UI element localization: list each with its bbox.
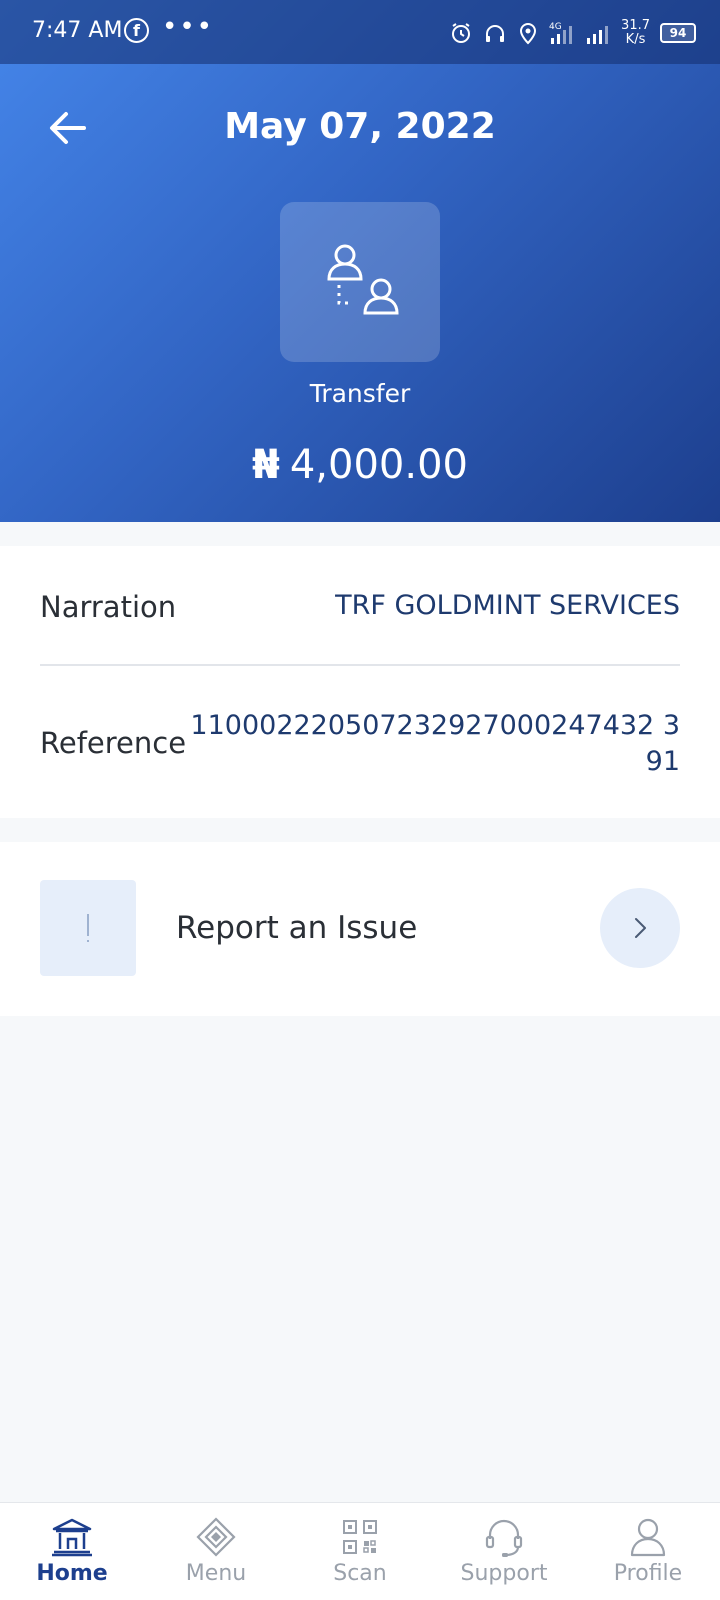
- transfer-icon-tile: [280, 202, 440, 362]
- reference-value-line-2: 91: [645, 746, 680, 777]
- transaction-date: May 07, 2022: [224, 106, 496, 147]
- more-notifications-icon: •••: [162, 12, 215, 42]
- chevron-right-icon: [635, 918, 646, 938]
- currency-symbol: ₦: [252, 442, 280, 488]
- alarm-icon: [452, 23, 471, 43]
- nav-home[interactable]: Home: [0, 1503, 144, 1600]
- network-type-text: 4G: [549, 22, 562, 32]
- signal-4g-icon: 4G: [549, 22, 573, 44]
- reference-label: Reference: [40, 726, 187, 760]
- location-icon: [520, 23, 537, 45]
- headset-icon: [485, 1519, 523, 1557]
- details-divider: [40, 664, 680, 666]
- status-bar: 7:47 AM f ••• 4G 31.7 K/s 94: [0, 0, 720, 64]
- signal-bars-icon: [587, 26, 609, 44]
- person-icon: [630, 1518, 666, 1557]
- amount-value: 4,000.00: [289, 442, 468, 488]
- network-speed: 31.7 K/s: [621, 19, 650, 47]
- narration-value: TRF GOLDMINT SERVICES: [335, 590, 680, 621]
- qr-code-icon: [343, 1520, 377, 1554]
- headphones-icon: [486, 25, 505, 42]
- battery-icon: 94: [660, 23, 696, 43]
- status-icons: 4G 31.7 K/s 94: [449, 16, 696, 50]
- nav-support[interactable]: Support: [432, 1503, 576, 1600]
- bottom-navigation: Home Menu Scan Support Profile: [0, 1502, 720, 1600]
- network-speed-value: 31.7: [621, 18, 650, 33]
- facebook-icon: f: [124, 18, 149, 43]
- report-issue-button[interactable]: Report an Issue: [0, 842, 720, 1016]
- transaction-header: 7:47 AM f ••• 4G 31.7 K/s 94 May 07, 202…: [0, 0, 720, 522]
- transaction-type: Transfer: [309, 379, 411, 408]
- nav-support-label: Support: [460, 1561, 548, 1586]
- reference-value: 110002220507232927000247432 3 91: [190, 708, 680, 780]
- report-issue-label: Report an Issue: [176, 910, 418, 946]
- network-speed-unit: K/s: [625, 32, 646, 47]
- nav-home-label: Home: [36, 1561, 108, 1586]
- nav-scan-label: Scan: [333, 1561, 387, 1586]
- reference-value-line-1: 110002220507232927000247432 3: [190, 710, 680, 741]
- nav-menu[interactable]: Menu: [144, 1503, 288, 1600]
- report-chevron-button[interactable]: [600, 888, 680, 968]
- transaction-amount: ₦ 4,000.00: [0, 442, 720, 488]
- nav-menu-label: Menu: [185, 1561, 247, 1586]
- bank-icon: [52, 1518, 92, 1557]
- transaction-details-card: Narration TRF GOLDMINT SERVICES Referenc…: [0, 546, 720, 818]
- exclamation-icon: [87, 914, 89, 942]
- transfer-users-icon: [327, 244, 399, 315]
- narration-label: Narration: [40, 590, 177, 624]
- diamond-icon: [196, 1517, 236, 1557]
- nav-scan[interactable]: Scan: [288, 1503, 432, 1600]
- nav-profile-label: Profile: [613, 1561, 683, 1586]
- status-time: 7:47 AM: [32, 18, 123, 43]
- nav-profile[interactable]: Profile: [576, 1503, 720, 1600]
- report-icon-box: [40, 880, 136, 976]
